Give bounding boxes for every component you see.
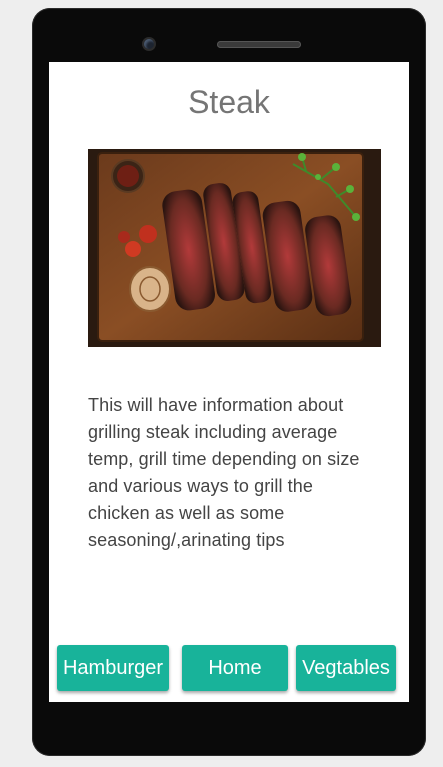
speaker-grille bbox=[217, 41, 301, 48]
camera-icon bbox=[144, 39, 154, 49]
page-title: Steak bbox=[188, 84, 270, 120]
home-button[interactable]: Home bbox=[182, 645, 288, 691]
phone-frame: Steak This will have information about g… bbox=[32, 8, 426, 756]
vegtables-button[interactable]: Vegtables bbox=[296, 645, 396, 691]
steak-photo bbox=[88, 149, 381, 347]
hamburger-button[interactable]: Hamburger bbox=[57, 645, 169, 691]
app-screen: Steak This will have information about g… bbox=[49, 62, 409, 702]
steak-description: This will have information about grillin… bbox=[88, 395, 360, 550]
